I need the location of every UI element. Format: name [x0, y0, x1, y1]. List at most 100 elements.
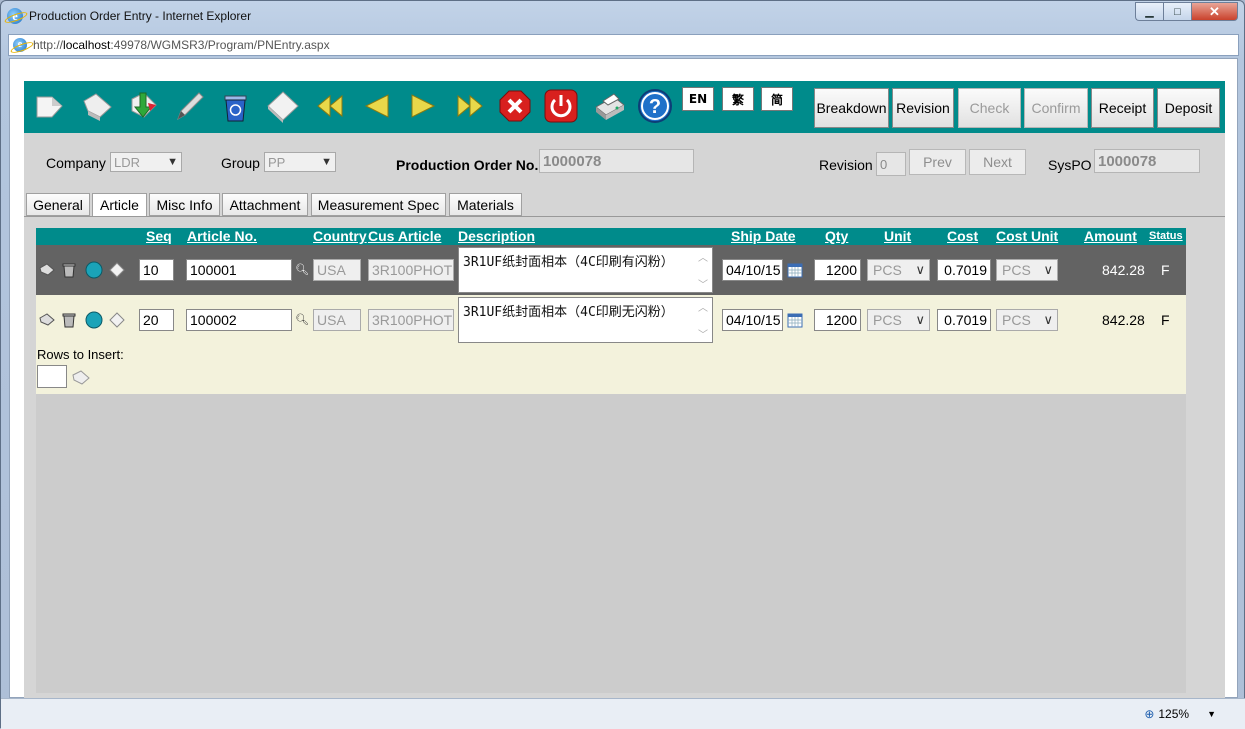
calendar-icon[interactable]	[787, 262, 803, 278]
copy-doc-icon[interactable]	[78, 87, 116, 125]
close-button[interactable]: ✕	[1191, 2, 1238, 21]
col-cost-unit[interactable]: Cost Unit	[996, 228, 1058, 245]
scrollbar[interactable]: ︿ ﹀	[696, 249, 710, 291]
print-icon[interactable]	[590, 87, 628, 125]
next-record-icon[interactable]	[404, 87, 442, 125]
po-number-field[interactable]: 1000078	[539, 149, 694, 173]
diamond-icon[interactable]	[109, 262, 125, 278]
ship-date-input[interactable]: 04/10/15	[722, 309, 783, 331]
rows-to-insert-input[interactable]	[37, 365, 67, 388]
order-header: Company LDR ▼ Group PP ▼ Production Order …	[24, 133, 1225, 191]
copy-row-icon[interactable]	[39, 312, 55, 328]
cost-input[interactable]: 0.7019	[937, 259, 991, 281]
tab-misc-info[interactable]: Misc Info	[149, 193, 220, 216]
table-row: 20 100002 🔍︎ USA 3R100PHOT 3R1UF纸封面相本（4C…	[36, 295, 1186, 345]
search-icon[interactable]: 🔍︎	[295, 263, 309, 276]
zoom-control[interactable]: ⊕ 125% ▼	[1144, 707, 1216, 721]
group-select[interactable]: PP ▼	[264, 152, 336, 172]
description-textarea[interactable]: 3R1UF纸封面相本（4C印刷无闪粉） ︿ ﹀	[458, 297, 713, 343]
cost-unit-select[interactable]: PCS ∨	[996, 309, 1058, 331]
chevron-down-icon: ▼	[1207, 709, 1216, 719]
copy-row-icon[interactable]	[39, 262, 55, 278]
prev-button[interactable]: Prev	[909, 149, 966, 175]
col-qty[interactable]: Qty	[825, 228, 848, 245]
revision-button[interactable]: Revision	[892, 88, 954, 128]
tab-general[interactable]: General	[26, 193, 90, 216]
seq-input[interactable]: 20	[139, 309, 174, 331]
company-select[interactable]: LDR ▼	[110, 152, 182, 172]
address-bar[interactable]: e http://localhost:49978/WGMSR3/Program/…	[8, 34, 1239, 56]
deposit-button[interactable]: Deposit	[1157, 88, 1220, 128]
scrollbar[interactable]: ︿ ﹀	[696, 299, 710, 341]
new-doc-icon[interactable]	[30, 87, 68, 125]
qty-input[interactable]: 1200	[814, 309, 861, 331]
col-amount[interactable]: Amount	[1084, 228, 1137, 245]
col-article-no[interactable]: Article No.	[187, 228, 257, 245]
revision-field[interactable]: 0	[876, 152, 906, 176]
diamond-icon[interactable]	[109, 312, 125, 328]
tab-attachment[interactable]: Attachment	[222, 193, 308, 216]
last-record-icon[interactable]	[450, 87, 488, 125]
cancel-icon[interactable]	[496, 87, 534, 125]
chevron-down-icon: ▼	[321, 156, 332, 168]
lang-traditional-button[interactable]: 繁	[722, 87, 754, 111]
help-icon[interactable]: ?	[636, 87, 674, 125]
insert-rows-icon[interactable]	[71, 369, 91, 387]
syspo-field[interactable]: 1000078	[1094, 149, 1200, 173]
company-label: Company	[46, 155, 106, 171]
import-export-icon[interactable]	[124, 87, 162, 125]
cost-input[interactable]: 0.7019	[937, 309, 991, 331]
chevron-down-icon: ▼	[167, 156, 178, 168]
delete-row-icon[interactable]	[61, 262, 77, 278]
cost-unit-select[interactable]: PCS ∨	[996, 259, 1058, 281]
unit-select[interactable]: PCS ∨	[867, 259, 930, 281]
ship-date-input[interactable]: 04/10/15	[722, 259, 783, 281]
minimize-button[interactable]: ▁	[1135, 2, 1163, 21]
tab-panel: Seq Article No. Country Cus Article Desc…	[24, 216, 1225, 699]
receipt-button[interactable]: Receipt	[1091, 88, 1154, 128]
first-record-icon[interactable]	[312, 87, 350, 125]
lang-simplified-button[interactable]: 简	[761, 87, 793, 111]
col-country[interactable]: Country	[313, 228, 367, 245]
description-textarea[interactable]: 3R1UF纸封面相本（4C印刷有闪粉） ︿ ﹀	[458, 247, 713, 293]
unit-select[interactable]: PCS ∨	[867, 309, 930, 331]
seq-input[interactable]: 10	[139, 259, 174, 281]
col-unit[interactable]: Unit	[884, 228, 911, 245]
breakdown-button[interactable]: Breakdown	[814, 88, 889, 128]
recycle-bin-icon[interactable]	[216, 87, 254, 125]
tab-materials[interactable]: Materials	[449, 193, 522, 216]
country-input[interactable]: USA	[313, 259, 361, 281]
col-cost[interactable]: Cost	[947, 228, 978, 245]
power-exit-icon[interactable]	[542, 87, 580, 125]
status-dot-icon[interactable]	[85, 261, 103, 279]
previous-record-icon[interactable]	[358, 87, 396, 125]
delete-row-icon[interactable]	[61, 312, 77, 328]
description-text: 3R1UF纸封面相本（4C印刷有闪粉）	[463, 255, 674, 270]
ie-logo-icon: e	[7, 8, 23, 24]
lang-en-button[interactable]: EN	[682, 87, 714, 111]
col-seq[interactable]: Seq	[146, 228, 172, 245]
country-input[interactable]: USA	[313, 309, 361, 331]
search-icon[interactable]: 🔍︎	[295, 313, 309, 326]
col-status[interactable]: Status	[1149, 228, 1183, 245]
qty-input[interactable]: 1200	[814, 259, 861, 281]
calendar-icon[interactable]	[787, 312, 803, 328]
group-label: Group	[221, 155, 260, 171]
status-dot-icon[interactable]	[85, 311, 103, 329]
tab-measurement-spec[interactable]: Measurement Spec	[311, 193, 446, 216]
cus-article-input[interactable]: 3R100PHOT	[368, 259, 454, 281]
next-button[interactable]: Next	[969, 149, 1026, 175]
col-ship-date[interactable]: Ship Date	[731, 228, 796, 245]
col-description[interactable]: Description	[458, 228, 535, 245]
confirm-button[interactable]: Confirm	[1024, 88, 1088, 128]
status-value: F	[1161, 312, 1170, 328]
edit-pencil-icon[interactable]	[170, 87, 208, 125]
article-input[interactable]: 100001	[186, 259, 292, 281]
col-cus-article[interactable]: Cus Article	[368, 228, 441, 245]
check-button[interactable]: Check	[958, 88, 1021, 128]
tab-article[interactable]: Article	[92, 193, 147, 217]
article-input[interactable]: 100002	[186, 309, 292, 331]
cus-article-input[interactable]: 3R100PHOT	[368, 309, 454, 331]
maximize-button[interactable]: □	[1163, 2, 1191, 21]
diamond-icon[interactable]	[264, 87, 302, 125]
